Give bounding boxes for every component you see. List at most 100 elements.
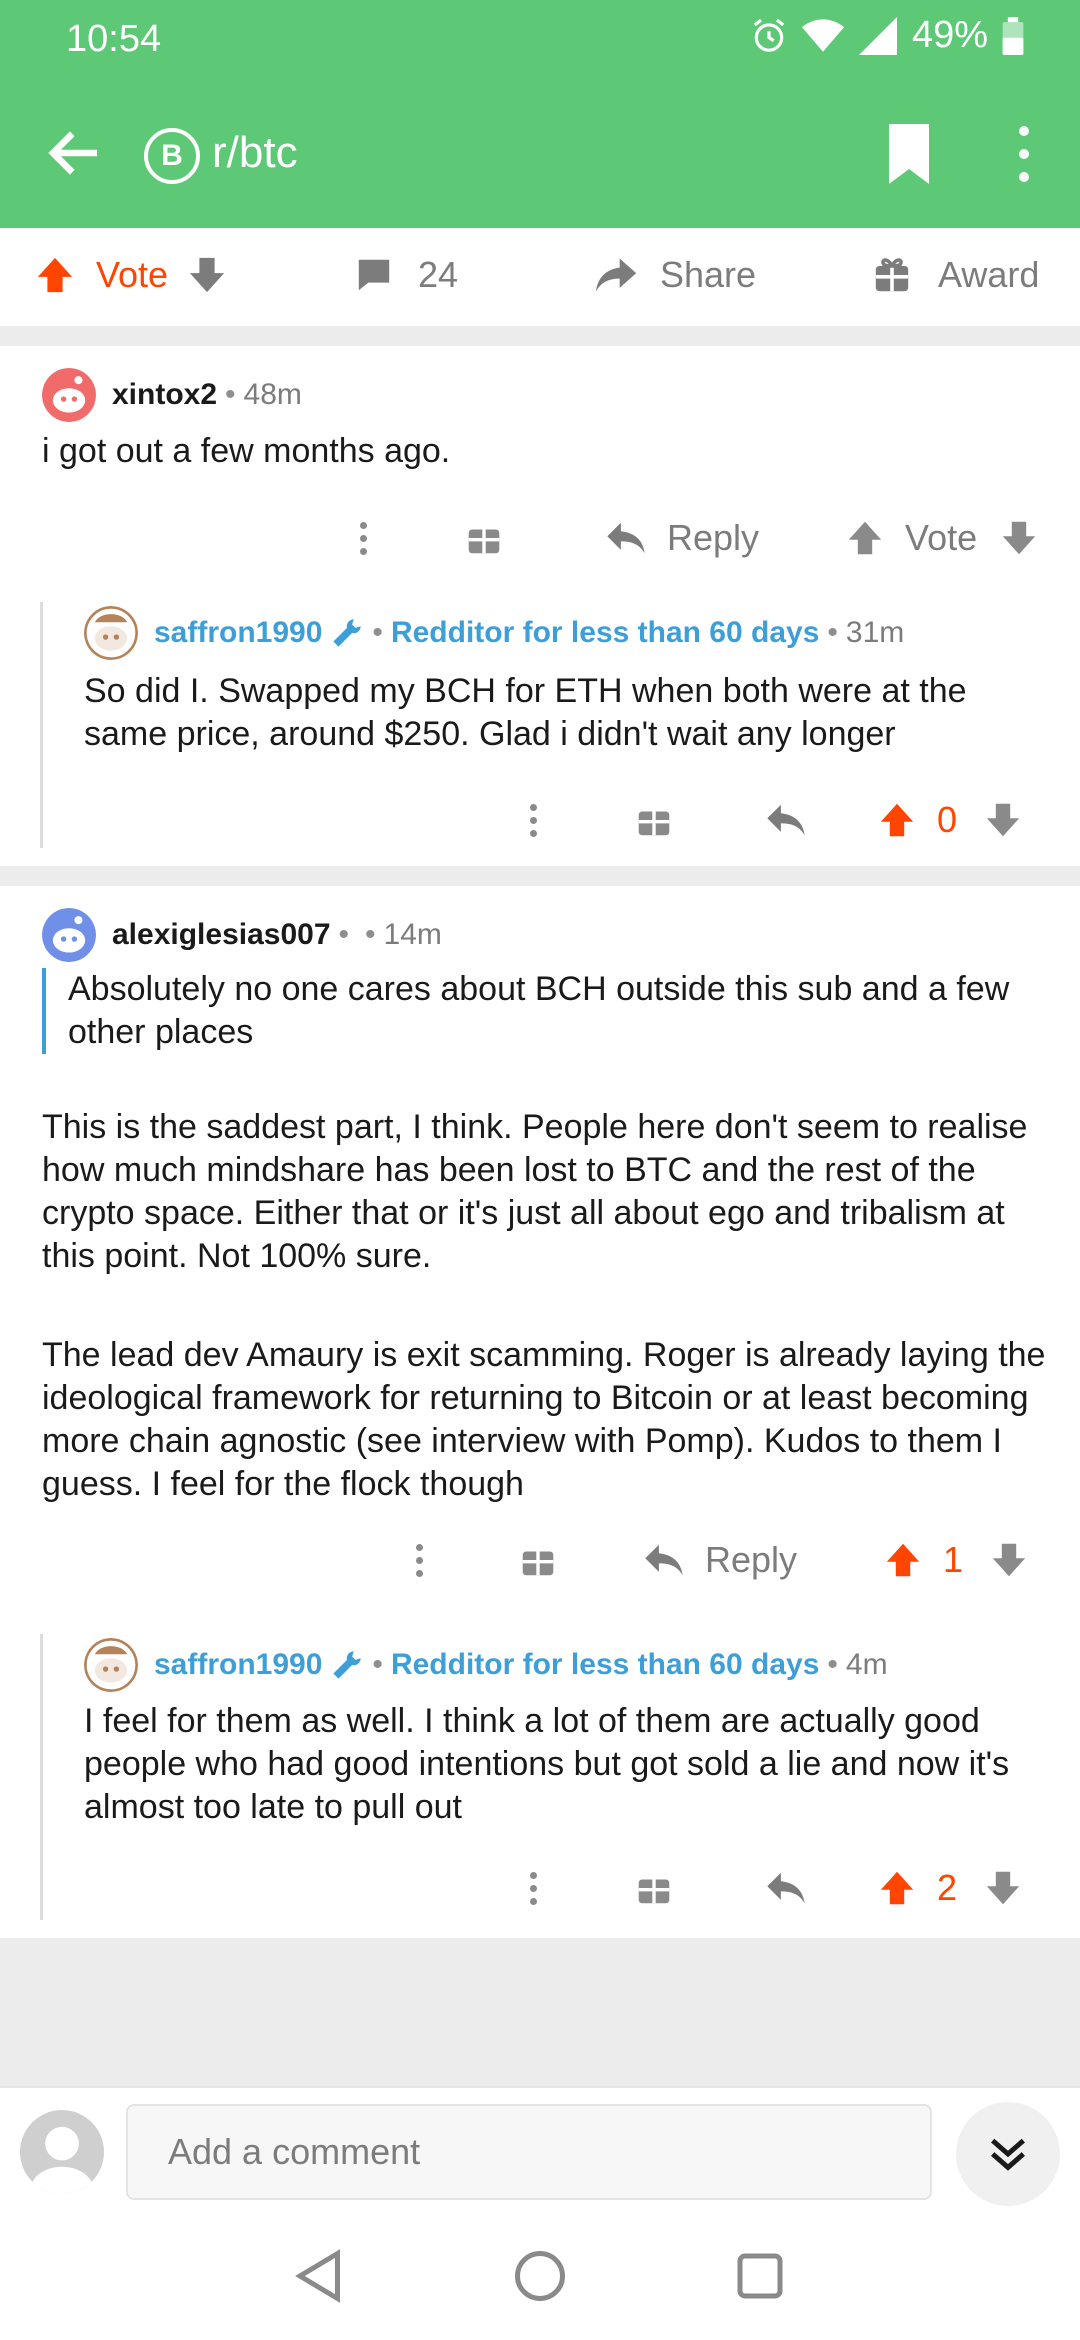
add-comment-input[interactable]: Add a comment <box>126 2104 932 2200</box>
share-button[interactable]: Share <box>594 254 756 296</box>
empty-space <box>0 1938 1080 2086</box>
comment-meta: alexiglesias007 • • 14m <box>42 908 442 962</box>
user-flair: Redditor for less than 60 days <box>390 1648 820 1681</box>
comment-score: 0 <box>937 799 958 840</box>
share-label: Share <box>660 254 757 295</box>
nav-back-icon[interactable] <box>290 2246 350 2306</box>
downvote-icon[interactable] <box>991 1542 1027 1578</box>
comment-meta: xintox2 • 48m <box>42 368 302 422</box>
reply-arrow-icon <box>645 1544 683 1576</box>
comment-bubble-icon <box>358 259 390 291</box>
reply-button[interactable]: Reply <box>643 1539 797 1581</box>
comment-body: So did I. Swapped my BCH for ETH when bo… <box>84 672 967 753</box>
comment-age: 14m <box>383 918 442 951</box>
more-options-icon[interactable] <box>360 521 367 555</box>
comment-body: I feel for them as well. I think a lot o… <box>84 1702 1010 1826</box>
comment-thread-1: xintox2 • 48m i got out a few months ago… <box>0 346 1080 866</box>
reply-label: Reply <box>705 1539 798 1580</box>
alarm-icon <box>753 18 785 52</box>
comments-count-button[interactable]: 24 <box>354 254 458 296</box>
user-avatar[interactable] <box>20 2110 104 2194</box>
gift-icon[interactable] <box>467 521 501 555</box>
comment-age: 31m <box>845 616 905 649</box>
more-options-icon[interactable] <box>416 1543 423 1577</box>
comment-actions: Reply 1 <box>416 1530 1027 1590</box>
downvote-icon[interactable] <box>1001 520 1037 556</box>
upvote-icon[interactable] <box>885 1542 921 1578</box>
back-button[interactable] <box>42 120 108 186</box>
battery-percent: 49% <box>911 14 988 56</box>
back-arrow-icon <box>48 131 97 175</box>
signal-icon <box>858 16 897 55</box>
comment-author[interactable]: alexiglesias007 <box>112 918 331 952</box>
user-silhouette-icon <box>30 2126 94 2194</box>
comment-age: 4m <box>845 1648 888 1681</box>
wrench-icon <box>333 1651 362 1679</box>
reply-button[interactable]: Reply <box>605 517 759 559</box>
reply-label: Reply <box>667 517 760 558</box>
upvote-icon[interactable] <box>36 256 74 294</box>
comment-thread-2: alexiglesias007 • • 14m Absolutely no on… <box>0 886 1080 1938</box>
bookmark-icon <box>889 124 929 184</box>
more-options-icon[interactable] <box>530 803 537 837</box>
nav-recents-icon[interactable] <box>730 2246 790 2306</box>
avatar[interactable] <box>84 1638 138 1692</box>
vote-label: Vote <box>905 517 978 558</box>
comment-actions: 0 <box>530 790 1021 850</box>
comment-score: 2 <box>937 1867 958 1908</box>
gift-icon[interactable] <box>637 1871 671 1905</box>
reply-arrow-icon[interactable] <box>765 803 807 837</box>
comment-author[interactable]: saffron1990 <box>154 616 322 650</box>
upvote-icon[interactable] <box>847 520 883 556</box>
avatar[interactable] <box>42 368 96 422</box>
block-quote: Absolutely no one cares about BCH outsid… <box>42 968 1042 1054</box>
subreddit-bitcoin-icon[interactable]: B <box>144 128 200 184</box>
comment-meta: saffron1990 • Redditor for less than 60 … <box>84 1638 888 1692</box>
comment-meta: saffron1990 • Redditor for less than 60 … <box>84 606 904 660</box>
share-icon <box>595 258 637 292</box>
upvote-icon[interactable] <box>879 802 915 838</box>
post-action-bar: Vote 24 Share Award <box>0 228 1080 324</box>
post-vote-label: Vote <box>96 254 169 295</box>
scroll-down-button[interactable] <box>956 2102 1060 2206</box>
status-time: 10:54 <box>66 18 162 60</box>
comment-composer-bar: Add a comment <box>0 2086 1080 2206</box>
more-options-icon[interactable] <box>530 1871 537 1905</box>
nav-home-icon[interactable] <box>510 2246 570 2306</box>
gift-icon <box>875 258 909 292</box>
wrench-icon <box>333 619 362 647</box>
more-options-button[interactable] <box>1000 122 1048 186</box>
wifi-icon <box>801 18 844 52</box>
double-chevron-down-icon <box>991 2138 1025 2171</box>
award-label: Award <box>938 254 1040 295</box>
downvote-icon[interactable] <box>985 802 1021 838</box>
comment-author[interactable]: saffron1990 <box>154 1648 322 1682</box>
comment-age: 48m <box>243 378 302 411</box>
reply-arrow-icon <box>607 522 645 554</box>
comment-body: i got out a few months ago. <box>42 432 451 470</box>
post-vote-group: Vote <box>36 254 226 296</box>
comment-paragraph: The lead dev Amaury is exit scamming. Ro… <box>42 1336 1046 1503</box>
bookmark-button[interactable] <box>884 124 934 184</box>
thread-line <box>40 602 43 848</box>
gift-icon[interactable] <box>637 803 671 837</box>
avatar[interactable] <box>42 908 96 962</box>
user-flair: Redditor for less than 60 days <box>390 616 820 649</box>
status-icons: 49% <box>750 14 1024 57</box>
avatar[interactable] <box>84 606 138 660</box>
subreddit-name[interactable]: r/btc <box>212 128 298 178</box>
comment-actions: Reply Vote <box>360 508 1037 568</box>
gift-icon[interactable] <box>521 1543 555 1577</box>
award-button[interactable]: Award <box>874 254 1039 296</box>
reply-arrow-icon[interactable] <box>765 1871 807 1905</box>
comments-count: 24 <box>418 254 459 295</box>
downvote-icon[interactable] <box>985 1870 1021 1906</box>
downvote-icon[interactable] <box>188 256 226 294</box>
thread-line <box>40 1634 43 1920</box>
app-bar: B r/btc <box>0 84 1080 228</box>
upvote-icon[interactable] <box>879 1870 915 1906</box>
comment-score: 1 <box>943 1539 964 1580</box>
comment-author[interactable]: xintox2 <box>112 378 217 412</box>
section-divider <box>0 866 1080 886</box>
comment-actions: 2 <box>530 1858 1021 1918</box>
